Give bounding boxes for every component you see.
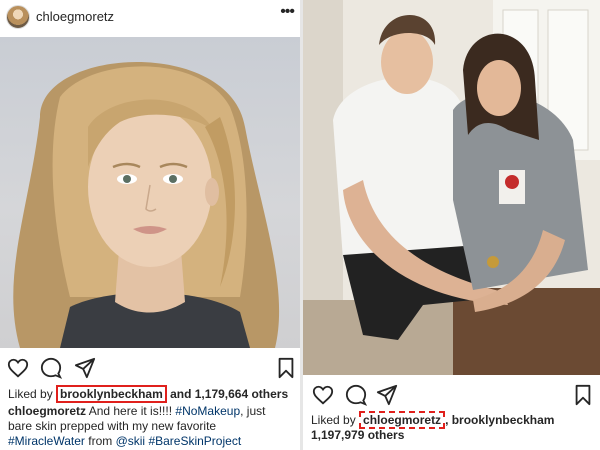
share-icon[interactable] (74, 357, 96, 379)
comment-icon[interactable] (40, 357, 63, 379)
portrait-image (13, 62, 280, 348)
bookmark-icon[interactable] (573, 384, 595, 406)
post-actions (0, 357, 300, 383)
bookmark-icon[interactable] (276, 357, 298, 379)
post-header: chloegmoretz ••• (0, 0, 300, 36)
post-actions (303, 384, 600, 410)
liked-by-user-link[interactable]: brooklynbeckham (56, 385, 167, 403)
caption-hashtag-link[interactable]: @skii (116, 434, 146, 448)
caption-text-segment: from (84, 434, 116, 448)
post-photo[interactable] (0, 37, 300, 348)
liked-by-second-user-link[interactable]: , brooklynbeckham (445, 413, 554, 427)
comment-icon[interactable] (345, 384, 368, 406)
share-icon[interactable] (376, 384, 398, 406)
post-username[interactable]: chloegmoretz (36, 9, 114, 24)
heart-icon[interactable] (312, 384, 334, 406)
caption-text-segment: And here it is!!!! (86, 404, 176, 418)
couple-photo-image (303, 0, 600, 375)
caption-hashtag-link[interactable]: #NoMakeup (175, 404, 240, 418)
likes-count: and 1,179,664 others (170, 387, 289, 401)
likes-line: Liked by chloegmoretz, brooklynbeckham (311, 411, 554, 429)
caption-username[interactable]: chloegmoretz (8, 404, 86, 418)
more-icon[interactable]: ••• (280, 3, 295, 21)
likes-line: Liked by brooklynbeckham and 1,179,664 o… (8, 385, 289, 403)
likes-count-line: 1,197,979 others (311, 428, 404, 442)
post-caption: chloegmoretz And here it is!!!! #NoMakeu… (8, 404, 292, 450)
caption-hashtag-link[interactable]: #BareSkinProject (148, 434, 241, 448)
heart-icon[interactable] (7, 357, 29, 379)
liked-by-prefix: Liked by (311, 413, 356, 427)
likes-count: 1,197,979 others (311, 428, 405, 442)
right-post: Liked by chloegmoretz, brooklynbeckham 1… (303, 0, 600, 450)
avatar[interactable] (6, 5, 30, 29)
left-post: chloegmoretz ••• Liked by brooklynbeckha… (0, 0, 300, 450)
liked-by-prefix: Liked by (8, 387, 53, 401)
liked-by-user-link[interactable]: chloegmoretz (359, 411, 446, 429)
caption-hashtag-link[interactable]: #MiracleWater (8, 434, 85, 448)
post-photo[interactable] (303, 0, 600, 375)
